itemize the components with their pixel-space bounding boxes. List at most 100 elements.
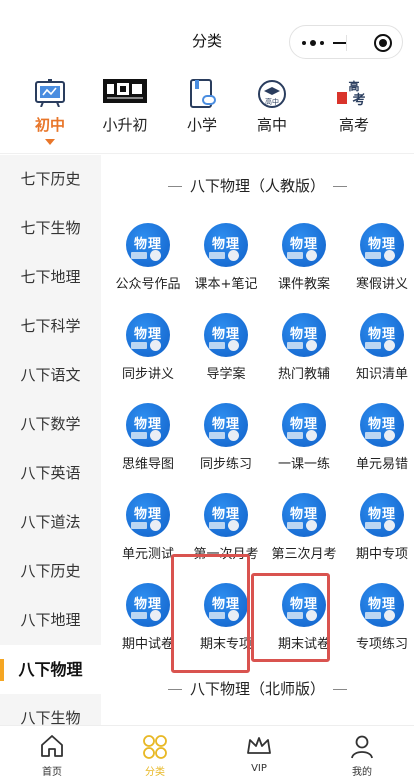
- gaozhong-badge-icon: 高中: [257, 79, 287, 113]
- physics-icon-text: 物理: [367, 237, 396, 252]
- resource-item[interactable]: 物理 热门教辅: [265, 313, 343, 403]
- resource-item-label: 导学案: [206, 367, 246, 382]
- crown-icon: [245, 733, 273, 763]
- minimize-icon[interactable]: [333, 42, 347, 44]
- physics-icon-text: 物理: [133, 597, 162, 612]
- nav-category[interactable]: 分类: [115, 726, 195, 780]
- resource-item[interactable]: 物理课本+笔记: [187, 223, 265, 313]
- title-bar: 分类: [0, 0, 414, 76]
- resource-item-label: 公众号作品: [115, 277, 181, 292]
- resource-item[interactable]: 物理 期中专项: [343, 493, 414, 583]
- tab-gaokao[interactable]: 高 考 高考: [314, 76, 394, 154]
- physics-icon-text: 物理: [289, 327, 318, 342]
- physics-book-icon: 物理: [282, 403, 326, 447]
- physics-book-icon: 物理: [360, 583, 404, 627]
- physics-icon-text: 物理: [133, 417, 162, 432]
- physics-icon-text: 物理: [289, 237, 318, 252]
- physics-book-icon: 物理: [204, 313, 248, 357]
- gaokao-logo-top: 高: [349, 79, 360, 93]
- tab-xiaoxue[interactable]: 小学: [162, 76, 242, 154]
- physics-icon-text: 物理: [133, 507, 162, 522]
- section-title-renjiao: 八下物理（人教版）: [101, 175, 414, 196]
- resource-item[interactable]: 物理 课件教案: [265, 223, 343, 313]
- physics-book-icon: 物理: [126, 223, 170, 267]
- nav-vip[interactable]: VIP: [219, 726, 299, 780]
- physics-book-icon: 物理: [126, 493, 170, 537]
- resource-item-label: 同步练习: [199, 457, 252, 472]
- resource-item[interactable]: 物理 专项练习: [343, 583, 414, 673]
- resource-item[interactable]: 物理 知识清单: [343, 313, 414, 403]
- physics-icon-text: 物理: [211, 327, 240, 342]
- user-icon: [349, 733, 375, 763]
- sidebar-item-baxia-wuli[interactable]: 八下物理: [0, 645, 101, 694]
- gaozhong-badge-text: 高中: [265, 97, 279, 106]
- bottom-nav: 首页 分类 VIP 我的: [0, 725, 414, 780]
- close-miniprogram-icon[interactable]: [374, 34, 392, 52]
- tab-chuzhong[interactable]: 初中: [10, 76, 90, 154]
- physics-icon-text: 物理: [289, 507, 318, 522]
- physics-book-icon: 物理: [204, 493, 248, 537]
- physics-icon-text: 物理: [367, 597, 396, 612]
- resource-item[interactable]: 物理 导学案: [187, 313, 265, 403]
- resource-item[interactable]: 物理 公众号作品: [109, 223, 187, 313]
- sidebar-item-baxia-yingyu[interactable]: 八下英语: [0, 449, 101, 498]
- gaokao-logo-icon: 高 考: [335, 79, 373, 111]
- sidebar-item-baxia-lishi[interactable]: 八下历史: [0, 547, 101, 596]
- tab-gaozhong[interactable]: 高中 高中: [232, 76, 312, 154]
- highlight-box-qimo-shijuan: [251, 573, 330, 662]
- chalkboard-icon: [35, 79, 65, 111]
- resource-item[interactable]: 物理 寒假讲义: [343, 223, 414, 313]
- resource-item-label: 课件教案: [277, 277, 330, 292]
- sidebar-item-baxia-shuxue[interactable]: 八下数学: [0, 400, 101, 449]
- xiaoshengchu-logo-icon: [103, 79, 147, 107]
- resource-item-label: 第三次月考: [271, 547, 337, 562]
- category-icon: [141, 733, 169, 765]
- resource-item-label: 单元易错: [355, 457, 408, 472]
- more-icon[interactable]: [302, 40, 324, 46]
- physics-icon-text: 物理: [289, 417, 318, 432]
- resource-item[interactable]: 物理 单元易错: [343, 403, 414, 493]
- tab-xiaoshengchu[interactable]: 小升初: [85, 76, 165, 154]
- resource-item[interactable]: 物理 同步讲义: [109, 313, 187, 403]
- physics-book-icon: 物理: [126, 583, 170, 627]
- resource-item-label: 期中专项: [355, 547, 408, 562]
- physics-icon-text: 物理: [367, 327, 396, 342]
- sidebar-item-baxia-yuwen[interactable]: 八下语文: [0, 351, 101, 400]
- resource-item-label: 知识清单: [355, 367, 408, 382]
- resource-item-label: 课本+笔记: [194, 277, 258, 292]
- sidebar-item-baxia-shengwu[interactable]: 八下生物: [0, 694, 101, 725]
- sidebar-item-baxia-daofa[interactable]: 八下道法: [0, 498, 101, 547]
- physics-icon-text: 物理: [367, 507, 396, 522]
- resource-item[interactable]: 物理 第三次月考: [265, 493, 343, 583]
- physics-book-icon: 物理: [126, 313, 170, 357]
- active-tab-caret: [45, 139, 55, 145]
- resource-item[interactable]: 物理 思维导图: [109, 403, 187, 493]
- physics-icon-text: 物理: [133, 237, 162, 252]
- physics-icon-text: 物理: [211, 507, 240, 522]
- nav-mine[interactable]: 我的: [322, 726, 402, 780]
- resource-item-label: 热门教辅: [277, 367, 330, 382]
- home-icon: [39, 733, 65, 763]
- physics-icon-text: 物理: [367, 417, 396, 432]
- sidebar-item-qixia-shengwu[interactable]: 七下生物: [0, 204, 101, 253]
- physics-icon-text: 物理: [211, 417, 240, 432]
- resource-item[interactable]: 物理 一课一练: [265, 403, 343, 493]
- nav-home[interactable]: 首页: [12, 726, 92, 780]
- physics-book-icon: 物理: [282, 493, 326, 537]
- capsule-divider: [346, 35, 347, 51]
- highlight-box-qimo-zhuanxiang: [171, 554, 250, 673]
- physics-book-icon: 物理: [360, 403, 404, 447]
- resource-item-label: 思维导图: [121, 457, 174, 472]
- sidebar-item-qixia-kexue[interactable]: 七下科学: [0, 302, 101, 351]
- grade-tabs: 初中 小升初 小学 高中 高中 高 考 高考: [0, 76, 414, 154]
- sidebar-item-qixia-lishi[interactable]: 七下历史: [0, 155, 101, 204]
- resource-item-label: 同步讲义: [121, 367, 174, 382]
- sidebar-item-qixia-dili[interactable]: 七下地理: [0, 253, 101, 302]
- miniprogram-capsule: [289, 25, 403, 59]
- physics-icon-text: 物理: [133, 327, 162, 342]
- resource-item[interactable]: 物理 同步练习: [187, 403, 265, 493]
- sidebar-item-baxia-dili[interactable]: 八下地理: [0, 596, 101, 645]
- physics-book-icon: 物理: [204, 403, 248, 447]
- physics-icon-text: 物理: [211, 237, 240, 252]
- subject-sidebar: 七下历史 七下生物 七下地理 七下科学 八下语文 八下数学 八下英语 八下道法 …: [0, 155, 101, 725]
